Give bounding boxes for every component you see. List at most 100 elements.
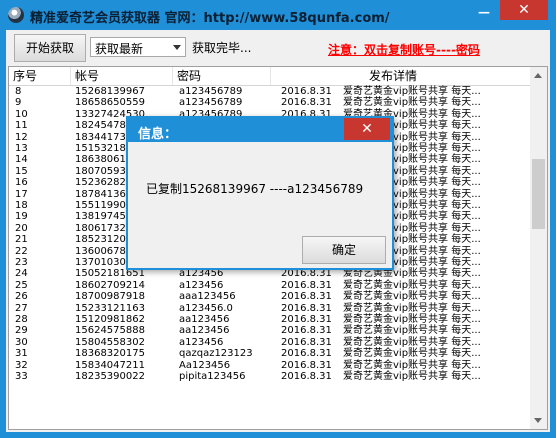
chevron-down-icon[interactable] xyxy=(169,38,185,56)
cell-password: a123456789 xyxy=(179,97,243,109)
dialog-close-button[interactable]: ✕ xyxy=(344,118,390,140)
dialog-title: 信息： xyxy=(138,127,178,142)
dialog-title-bar: 信息： ✕ xyxy=(128,118,392,142)
fetch-mode-value: 获取最新 xyxy=(95,42,144,56)
cell-date: 2016.8.31 xyxy=(281,359,332,371)
table-row[interactable]: 30 15804558302 a123456 2016.8.31 爱奇艺黄金vip账号共… xyxy=(9,337,531,348)
cell-index: 31 xyxy=(15,348,28,360)
cell-detail: 爱奇艺黄金vip账号共享 每天... xyxy=(343,371,481,382)
cell-index: 8 xyxy=(15,86,22,97)
status-text: 获取完毕... xyxy=(192,41,252,55)
cell-index: 11 xyxy=(15,120,28,132)
cell-detail: 爱奇艺黄金vip账号共享 每天... xyxy=(343,279,481,291)
cell-index: 28 xyxy=(15,314,28,325)
cell-password: a123456.0 xyxy=(179,302,233,314)
cell-index: 9 xyxy=(15,97,22,109)
cell-account: 18658650559 xyxy=(75,97,145,109)
cell-date: 2016.8.31 xyxy=(281,279,332,291)
table-row[interactable]: 33 18235390022 pipita123456 2016.8.31 爱奇艺黄金v… xyxy=(9,371,531,382)
cell-account: 15624575888 xyxy=(75,325,145,337)
table-row[interactable]: 29 15624575888 aa123456 2016.8.31 爱奇艺黄金vip账号… xyxy=(9,325,531,336)
cell-account: 15268139967 xyxy=(75,86,145,97)
fetch-mode-select[interactable]: 获取最新 xyxy=(90,37,186,57)
cell-index: 21 xyxy=(15,234,28,246)
cell-password: a123456 xyxy=(179,268,224,280)
cell-index: 20 xyxy=(15,222,28,234)
cell-account: 18602709214 xyxy=(75,279,145,291)
cell-index: 17 xyxy=(15,188,28,200)
cell-account: 15120981862 xyxy=(75,314,145,325)
cell-date: 2016.8.31 xyxy=(281,97,332,109)
list-header: 序号 帐号 密码 发布详情 xyxy=(9,67,531,86)
cell-detail: 爱奇艺黄金vip账号共享 每天... xyxy=(343,291,481,303)
cell-detail: 爱奇艺黄金vip账号共享 每天... xyxy=(343,359,481,371)
cell-account: 18700987918 xyxy=(75,291,145,303)
info-dialog: 信息： ✕ 已复制15268139967 ----a123456789 确定 xyxy=(126,116,394,270)
table-row[interactable]: 31 18368320175 qazqaz123123 2016.8.31 爱奇艺黄金v… xyxy=(9,348,531,359)
table-row[interactable]: 26 18700987918 aaa123456 2016.8.31 爱奇艺黄金vip账… xyxy=(9,291,531,302)
cell-index: 18 xyxy=(15,200,28,211)
cell-detail: 爱奇艺黄金vip账号共享 每天... xyxy=(343,86,481,97)
cell-index: 29 xyxy=(15,325,28,337)
cell-index: 32 xyxy=(15,359,28,371)
cell-index: 25 xyxy=(15,279,28,291)
title-bar: 精准爱奇艺会员获取器 官网：http://www.58qunfa.com/ — … xyxy=(0,0,556,30)
table-row[interactable]: 25 18602709214 a123456 2016.8.31 爱奇艺黄金vip账号共… xyxy=(9,280,531,291)
scroll-up-icon[interactable] xyxy=(530,67,547,84)
cell-index: 10 xyxy=(15,108,28,120)
cell-index: 23 xyxy=(15,257,28,268)
cell-date: 2016.8.31 xyxy=(281,348,332,360)
app-icon xyxy=(8,7,24,23)
close-button[interactable]: ✕ xyxy=(500,0,548,20)
minimize-button[interactable]: — xyxy=(472,4,496,20)
table-row[interactable]: 28 15120981862 aa123456 2016.8.31 爱奇艺黄金vip账号… xyxy=(9,314,531,325)
cell-date: 2016.8.31 xyxy=(281,336,332,348)
cell-index: 19 xyxy=(15,211,28,223)
table-row[interactable]: 32 15834047211 Aa123456 2016.8.31 爱奇艺黄金vip账号… xyxy=(9,360,531,371)
table-row[interactable]: 9 18658650559 a123456789 2016.8.31 爱奇艺黄金vip账… xyxy=(9,97,531,108)
header-index[interactable]: 序号 xyxy=(9,67,71,85)
cell-index: 13 xyxy=(15,143,28,154)
start-fetch-button[interactable]: 开始获取 xyxy=(14,34,86,62)
table-row[interactable]: 8 15268139967 a123456789 2016.8.31 爱奇艺黄金vip账… xyxy=(9,86,531,97)
cell-date: 2016.8.31 xyxy=(281,314,332,325)
scroll-down-icon[interactable] xyxy=(530,412,547,429)
cell-password: Aa123456 xyxy=(179,359,231,371)
cell-password: a123456789 xyxy=(179,86,243,97)
cell-detail: 爱奇艺黄金vip账号共享 每天... xyxy=(343,336,481,348)
cell-index: 22 xyxy=(15,245,28,257)
window-title: 精准爱奇艺会员获取器 官网：http://www.58qunfa.com/ xyxy=(30,11,390,26)
cell-date: 2016.8.31 xyxy=(281,268,332,280)
header-details[interactable]: 发布详情 xyxy=(271,67,531,85)
table-row[interactable]: 27 15233121163 a123456.0 2016.8.31 爱奇艺黄金vip账… xyxy=(9,303,531,314)
cell-detail: 爱奇艺黄金vip账号共享 每天... xyxy=(343,348,481,360)
cell-account: 15804558302 xyxy=(75,336,145,348)
table-row[interactable]: 24 15052181651 a123456 2016.8.31 爱奇艺黄金vip账号共… xyxy=(9,268,531,279)
cell-account: 15052181651 xyxy=(75,268,145,280)
ok-button[interactable]: 确定 xyxy=(302,236,386,264)
cell-index: 15 xyxy=(15,165,28,177)
cell-detail: 爱奇艺黄金vip账号共享 每天... xyxy=(343,325,481,337)
cell-detail: 爱奇艺黄金vip账号共享 每天... xyxy=(343,314,481,325)
header-account[interactable]: 帐号 xyxy=(71,67,173,85)
dialog-message: 已复制15268139967 ----a123456789 xyxy=(146,182,364,196)
cell-password: pipita123456 xyxy=(179,371,246,382)
cell-index: 16 xyxy=(15,177,28,189)
cell-detail: 爱奇艺黄金vip账号共享 每天... xyxy=(343,97,481,109)
scroll-thumb[interactable] xyxy=(532,159,545,229)
cell-password: qazqaz123123 xyxy=(179,348,253,360)
cell-detail: 爱奇艺黄金vip账号共享 每天... xyxy=(343,268,481,280)
cell-password: aa123456 xyxy=(179,314,230,325)
cell-account: 18368320175 xyxy=(75,348,145,360)
cell-index: 26 xyxy=(15,291,28,303)
cell-date: 2016.8.31 xyxy=(281,86,332,97)
cell-index: 12 xyxy=(15,131,28,143)
cell-password: aaa123456 xyxy=(179,291,236,303)
vertical-scrollbar[interactable] xyxy=(530,67,547,429)
cell-password: a123456 xyxy=(179,336,224,348)
cell-date: 2016.8.31 xyxy=(281,325,332,337)
cell-account: 18235390022 xyxy=(75,371,145,382)
cell-index: 30 xyxy=(15,336,28,348)
cell-account: 15233121163 xyxy=(75,302,145,314)
header-password[interactable]: 密码 xyxy=(173,67,271,85)
